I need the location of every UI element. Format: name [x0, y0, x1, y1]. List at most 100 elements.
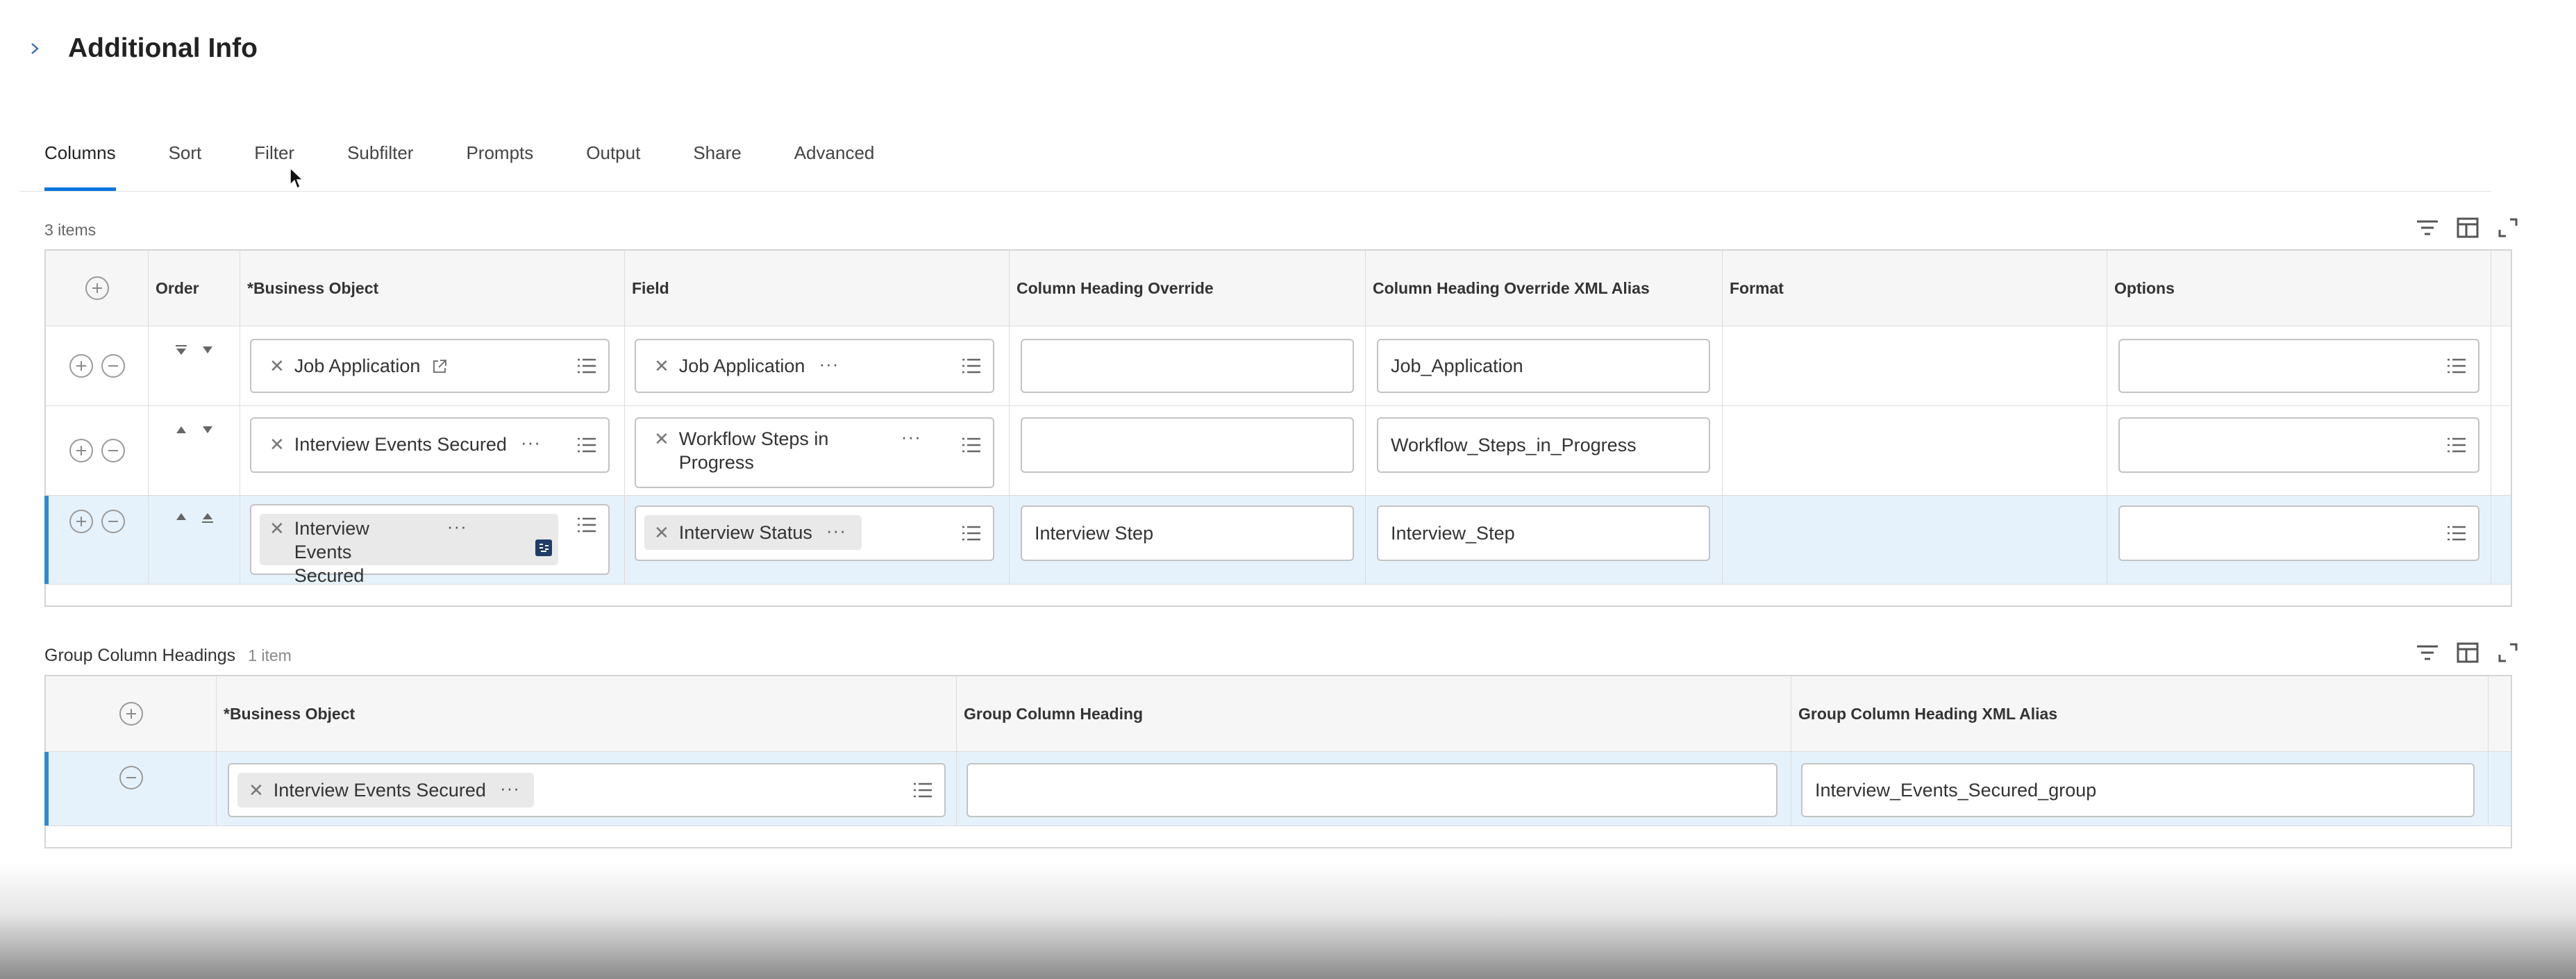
mouse-cursor-icon	[290, 167, 304, 190]
list-icon[interactable]	[961, 437, 982, 453]
expand-icon[interactable]	[2495, 215, 2520, 240]
list-icon[interactable]	[576, 358, 597, 374]
tab-subfilter[interactable]: Subfilter	[347, 142, 413, 192]
related-actions-icon[interactable]	[535, 539, 553, 557]
more-options-icon[interactable]: ···	[500, 778, 520, 798]
remove-token-icon[interactable]: ✕	[269, 433, 285, 456]
tab-output[interactable]: Output	[586, 142, 640, 192]
options-prompt[interactable]	[2118, 339, 2479, 393]
add-row-button[interactable]	[119, 702, 143, 726]
field-token[interactable]: ✕ Interview Status ···	[644, 515, 862, 550]
list-icon[interactable]	[2446, 437, 2467, 453]
business-object-prompt[interactable]: ✕ Interview Events Secured ···	[228, 763, 946, 817]
format-cell[interactable]	[1723, 406, 2107, 495]
business-object-prompt[interactable]: ✕ Interview Events Secured ···	[250, 504, 610, 586]
format-cell[interactable]	[1723, 326, 2107, 405]
expand-icon[interactable]	[2495, 640, 2520, 665]
remove-token-icon[interactable]: ✕	[269, 517, 285, 540]
group-column-headings-grid: *Business Object Group Column Heading Gr…	[44, 675, 2512, 848]
field-prompt[interactable]: ✕ Workflow Steps in Progress ···	[635, 417, 994, 488]
column-heading-override-input[interactable]	[1021, 417, 1354, 473]
column-heading-override-input[interactable]: Interview Step	[1021, 505, 1354, 561]
remove-row-button[interactable]	[101, 439, 125, 462]
field-token[interactable]: ✕ Workflow Steps in Progress ···	[654, 427, 921, 474]
list-icon[interactable]	[576, 437, 597, 453]
column-heading-override-input[interactable]	[1021, 339, 1354, 393]
business-object-token[interactable]: ✕ Interview Events Secured ···	[260, 514, 558, 586]
move-up-icon[interactable]	[174, 511, 188, 522]
remove-row-button[interactable]	[101, 510, 125, 533]
section-header[interactable]: Additional Info	[28, 28, 258, 69]
tab-advanced[interactable]: Advanced	[794, 142, 875, 192]
columns-grid-header: Order *Business Object Field Column Head…	[46, 251, 2511, 326]
xml-alias-input[interactable]: Job_Application	[1377, 339, 1710, 393]
header-business-object: *Business Object	[240, 251, 625, 326]
tab-sort[interactable]: Sort	[169, 142, 202, 192]
remove-token-icon[interactable]: ✕	[249, 778, 264, 802]
options-prompt[interactable]	[2118, 505, 2479, 561]
group-column-heading-input[interactable]	[967, 763, 1778, 817]
options-prompt[interactable]	[2118, 417, 2479, 473]
filter-icon[interactable]	[2415, 215, 2440, 240]
more-options-icon[interactable]: ···	[826, 521, 846, 540]
move-down-icon[interactable]	[201, 344, 215, 355]
list-icon[interactable]	[2446, 358, 2467, 374]
field-prompt[interactable]: ✕ Interview Status ···	[635, 505, 994, 561]
xml-alias-input[interactable]: Workflow_Steps_in_Progress	[1377, 417, 1710, 473]
more-options-icon[interactable]: ···	[901, 427, 921, 446]
field-prompt[interactable]: ✕ Job Application ···	[635, 339, 994, 393]
remove-row-button[interactable]	[101, 354, 125, 378]
column-layout-icon[interactable]	[2455, 215, 2480, 240]
add-row-button[interactable]	[69, 510, 93, 533]
list-icon[interactable]	[576, 517, 597, 533]
list-icon[interactable]	[912, 782, 933, 798]
tab-columns[interactable]: Columns	[44, 142, 116, 192]
move-to-bottom-icon[interactable]	[174, 344, 188, 357]
group-grid-toolbar	[2415, 640, 2520, 665]
table-row: ✕ Job Application ✕ Job Application ···	[46, 326, 2511, 406]
move-down-icon[interactable]	[201, 424, 215, 435]
filter-icon[interactable]	[2415, 640, 2440, 665]
header-options: Options	[2107, 251, 2491, 326]
business-object-prompt[interactable]: ✕ Job Application	[250, 339, 610, 393]
columns-grid: Order *Business Object Field Column Head…	[44, 249, 2512, 607]
xml-alias-input[interactable]: Interview_Step	[1377, 505, 1710, 561]
more-options-icon[interactable]: ···	[521, 433, 541, 452]
group-item-count: 1 item	[248, 646, 292, 664]
business-object-token[interactable]: ✕ Job Application	[269, 354, 448, 378]
header-format: Format	[1723, 251, 2107, 326]
business-object-prompt[interactable]: ✕ Interview Events Secured ···	[250, 417, 610, 473]
remove-token-icon[interactable]: ✕	[654, 354, 669, 378]
tabs-divider	[19, 191, 2491, 192]
section-title: Additional Info	[68, 33, 258, 63]
add-row-button[interactable]	[69, 354, 93, 378]
field-token[interactable]: ✕ Job Application ···	[654, 354, 839, 378]
move-up-icon[interactable]	[174, 424, 188, 435]
header-xml-alias: Column Heading Override XML Alias	[1366, 251, 1723, 326]
tab-prompts[interactable]: Prompts	[466, 142, 533, 192]
more-options-icon[interactable]: ···	[819, 354, 839, 374]
format-cell[interactable]	[1723, 496, 2107, 584]
remove-token-icon[interactable]: ✕	[654, 427, 669, 451]
add-row-button[interactable]	[69, 439, 93, 462]
more-options-icon[interactable]: ···	[447, 517, 467, 536]
list-icon[interactable]	[961, 525, 982, 542]
remove-row-button[interactable]	[119, 766, 143, 789]
add-row-button[interactable]	[85, 276, 109, 300]
column-layout-icon[interactable]	[2455, 640, 2480, 665]
remove-token-icon[interactable]: ✕	[269, 354, 285, 378]
business-object-token[interactable]: ✕ Interview Events Secured ···	[269, 433, 541, 456]
list-icon[interactable]	[961, 358, 982, 374]
business-object-token[interactable]: ✕ Interview Events Secured ···	[237, 773, 534, 808]
group-xml-alias-input[interactable]: Interview_Events_Secured_group	[1801, 763, 2475, 817]
header-order: Order	[149, 251, 240, 326]
bottom-shadow	[0, 861, 2576, 979]
move-to-top-icon[interactable]	[201, 511, 215, 524]
group-grid-title: Group Column Headings 1 item	[44, 646, 292, 665]
remove-token-icon[interactable]: ✕	[654, 521, 669, 544]
external-link-icon[interactable]	[431, 358, 448, 375]
chevron-right-icon[interactable]	[28, 42, 42, 56]
header-group-xml-alias: Group Column Heading XML Alias	[1791, 676, 2489, 751]
list-icon[interactable]	[2446, 525, 2467, 542]
tab-share[interactable]: Share	[693, 142, 741, 192]
